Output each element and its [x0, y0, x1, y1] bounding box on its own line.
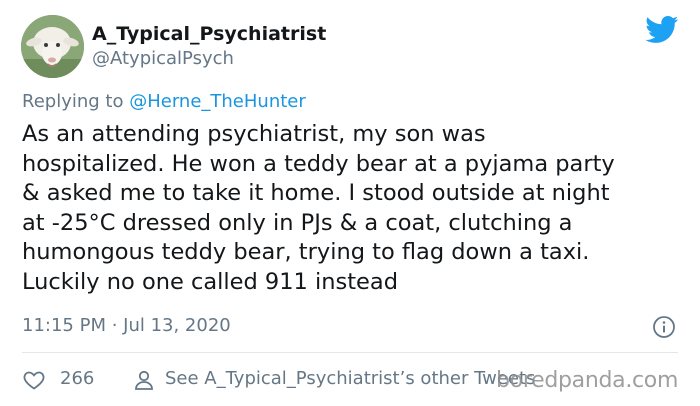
like-count[interactable]: 266: [60, 367, 94, 391]
avatar[interactable]: [21, 15, 84, 78]
heart-icon[interactable]: [22, 368, 46, 392]
divider: [22, 352, 678, 353]
tweet-line: hospitalized. He won a teddy bear at a p…: [22, 150, 615, 177]
author-handle[interactable]: @AtypicalPsych: [92, 48, 234, 70]
tweet-line: humongous teddy bear, trying to flag dow…: [22, 239, 590, 265]
reply-prefix: Replying to: [22, 91, 124, 112]
reply-context: Replying to @Herne_TheHunter: [22, 91, 306, 113]
sheep-avatar-image: [21, 15, 84, 78]
author-name[interactable]: A_Typical_Psychiatrist: [92, 22, 326, 46]
tweet-line: As an attending psychiatrist, my son was: [22, 121, 486, 147]
info-icon[interactable]: [652, 315, 676, 339]
twitter-bird-icon[interactable]: [645, 16, 679, 44]
tweet-line: Luckily no one called 911 instead: [22, 268, 398, 295]
reply-to-link[interactable]: @Herne_TheHunter: [129, 91, 306, 112]
tweet-line: & asked me to take it home. I stood outs…: [22, 180, 610, 206]
tweet-text: As an attending psychiatrist, my son was…: [22, 120, 682, 297]
tweet-line: at -25°C dressed only in PJs & a coat, c…: [22, 209, 573, 236]
other-tweets-link[interactable]: See A_Typical_Psychiatrist’s other Tweet…: [165, 367, 535, 391]
tweet-card: A_Typical_Psychiatrist @AtypicalPsych Re…: [0, 0, 700, 406]
tweet-timestamp[interactable]: 11:15 PM · Jul 13, 2020: [22, 315, 231, 337]
watermark: boredpanda.com: [496, 368, 679, 393]
person-icon[interactable]: [132, 368, 156, 392]
